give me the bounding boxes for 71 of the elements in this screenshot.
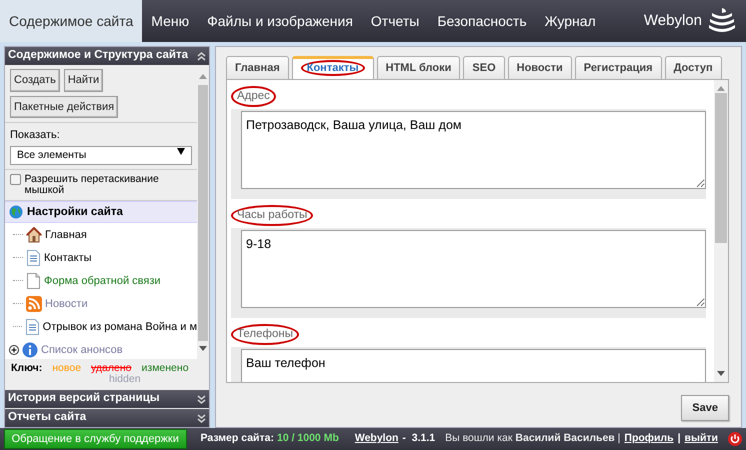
tab[interactable]: Регистрация (574, 56, 662, 79)
version-text: - 3.1.1 (402, 431, 436, 446)
nav-tab[interactable]: Содержимое сайта (0, 0, 142, 42)
house-icon (26, 226, 42, 243)
show-label: Показать: (10, 128, 61, 143)
toolbar-button[interactable]: Найти (64, 69, 104, 92)
legend-item: изменено (142, 363, 189, 374)
dropdown-caret-icon (177, 148, 185, 154)
product-link[interactable]: Webylon (354, 431, 398, 447)
field-label: Часы работы (231, 204, 314, 226)
tree-item[interactable]: Список анонсов (41, 342, 123, 358)
field-label: Адрес (231, 86, 276, 108)
tree-item[interactable]: Контакты (44, 250, 92, 266)
legend-item: hidden (109, 374, 141, 385)
nav-tab[interactable]: Безопасность (428, 0, 536, 42)
scrollbar[interactable] (197, 65, 209, 359)
tree-item[interactable]: Форма обратной связи (44, 272, 161, 289)
document-icon (26, 250, 41, 266)
panel-title: Отчеты сайта (8, 410, 86, 426)
panel-title: История версий страницы (8, 391, 160, 406)
globe-icon (9, 205, 23, 220)
save-button[interactable]: Save (681, 394, 729, 421)
profile-link[interactable]: Профиль (624, 431, 674, 447)
scroll-down-icon (199, 346, 207, 351)
tab[interactable]: SEO (463, 56, 505, 79)
tree-item[interactable]: Настройки сайта (5, 201, 197, 224)
legend-label: Ключ: (11, 363, 42, 374)
logout-link[interactable]: выйти (684, 431, 718, 447)
scroll-up-icon (717, 86, 725, 91)
nav-tab[interactable]: Отчеты (362, 0, 428, 42)
tab[interactable]: Новости (508, 56, 572, 79)
scrollbar[interactable] (714, 80, 728, 382)
toolbar-button[interactable]: Создать (10, 69, 60, 92)
show-dropdown[interactable]: Все элементы (10, 146, 192, 166)
tree-item[interactable]: Главная (45, 226, 87, 243)
text-area[interactable]: 9-18 (241, 230, 706, 308)
site-size-label: Размер сайта: (200, 431, 274, 446)
panel-header[interactable]: Содержимое и Структура сайта (5, 47, 209, 65)
drag-checkbox[interactable] (10, 174, 21, 186)
power-icon[interactable] (728, 432, 742, 446)
login-text: Вы вошли как Василий Васильев | (445, 431, 620, 446)
panel-header[interactable]: Отчеты сайта (5, 409, 209, 427)
panel-header[interactable]: История версий страницы (5, 390, 209, 408)
nav-tab[interactable]: Меню (142, 0, 198, 42)
document-icon (24, 318, 40, 335)
scroll-down-icon (717, 370, 725, 376)
legend-item: удалено (91, 363, 132, 374)
text-area[interactable]: Петрозаводск, Ваша улица, Ваш дом (241, 111, 706, 190)
field-label: Телефоны (231, 324, 299, 345)
tab[interactable]: Главная (226, 56, 289, 79)
panel-title: Содержимое и Структура сайта (8, 48, 188, 64)
tree-item[interactable]: Новости (45, 296, 88, 312)
rss-feed-icon (26, 296, 42, 312)
expand-icon[interactable] (9, 344, 19, 355)
blank-page-icon (26, 272, 41, 289)
toolbar-button[interactable]: Пакетные действия (10, 96, 118, 118)
legend-item: новое (52, 363, 82, 374)
stacked-arcs-logo-icon (708, 7, 736, 35)
nav-tab[interactable]: Файлы и изображения (198, 0, 362, 42)
site-size-value: 10 / 1000 Mb (276, 431, 339, 446)
checkbox-label: Разрешить перетаскивание мышкой (24, 174, 160, 196)
collapse-chevron-icon (197, 50, 206, 62)
tab[interactable]: HTML блоки (376, 56, 460, 79)
text-area[interactable]: Ваш телефон (241, 348, 706, 382)
tree-item[interactable]: Отрывок из романа Война и м (42, 318, 197, 335)
scroll-up-icon (199, 74, 207, 79)
separator-text: | (678, 431, 681, 446)
tab[interactable]: Контакты (292, 56, 374, 79)
brand-name: Webylon (644, 10, 702, 31)
tab[interactable]: Доступ (664, 56, 722, 79)
nav-tab[interactable]: Журнал (536, 0, 605, 42)
